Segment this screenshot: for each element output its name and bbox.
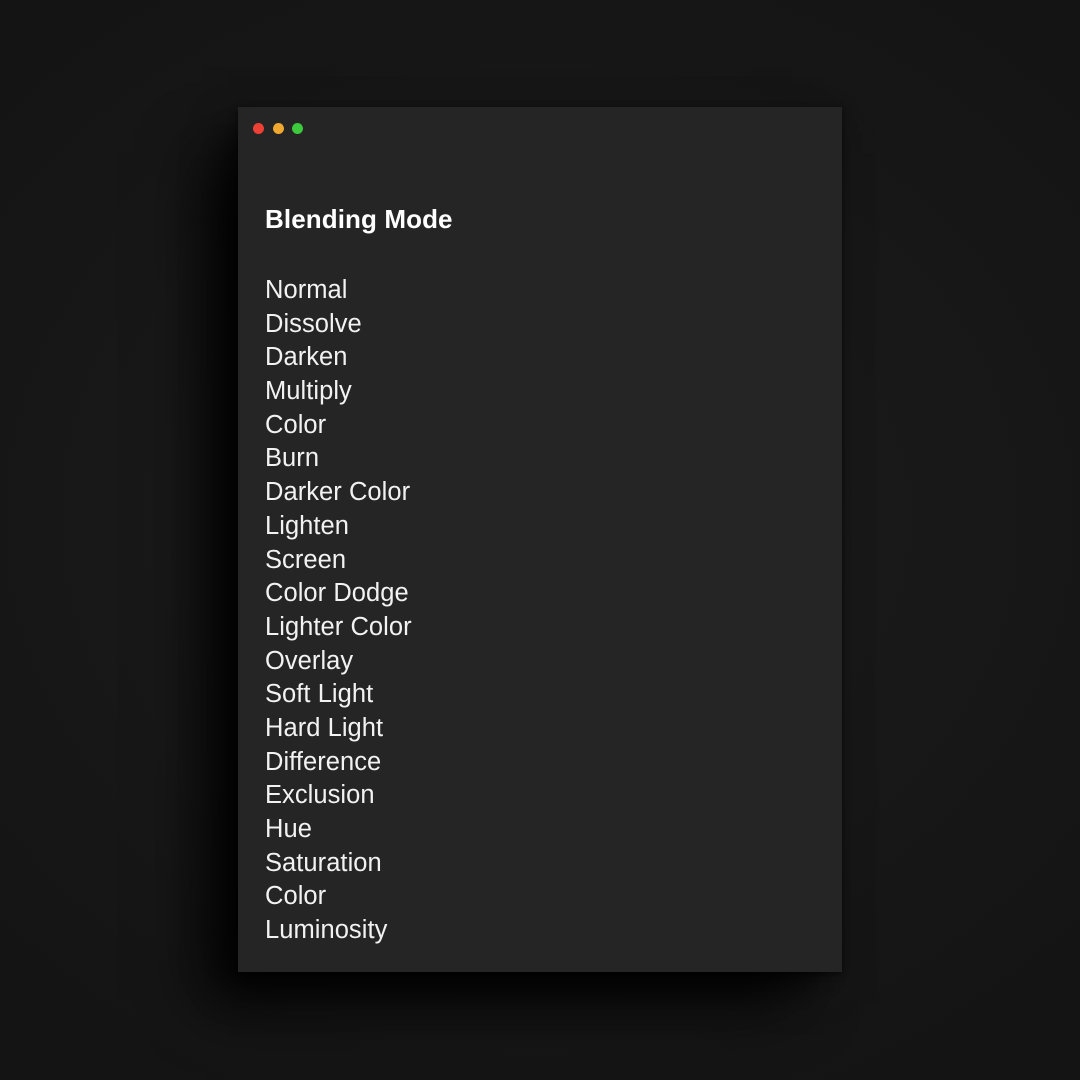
traffic-light-group xyxy=(253,122,303,134)
page-title: Blending Mode xyxy=(265,204,453,234)
list-item[interactable]: Darken xyxy=(265,341,812,375)
list-item[interactable]: Exclusion xyxy=(265,779,812,813)
maximize-button-icon[interactable] xyxy=(292,122,303,134)
list-item[interactable]: Luminosity xyxy=(265,914,812,948)
list-item[interactable]: Hue xyxy=(265,813,812,847)
list-item[interactable]: Normal xyxy=(265,274,812,308)
list-item[interactable]: Hard Light xyxy=(265,712,812,746)
list-item[interactable]: Dissolve xyxy=(265,308,812,342)
minimize-button-icon[interactable] xyxy=(272,122,284,134)
list-item[interactable]: Color Dodge xyxy=(265,577,812,611)
blending-mode-window: Blending Mode Normal Dissolve Darken Multip… xyxy=(238,107,842,972)
list-item[interactable]: Color xyxy=(265,880,812,914)
list-item[interactable]: Screen xyxy=(265,544,812,578)
list-item[interactable]: Darker Color xyxy=(265,476,812,510)
list-item[interactable]: Multiply xyxy=(265,375,812,409)
list-item[interactable]: Burn xyxy=(265,442,812,476)
list-item[interactable]: Saturation xyxy=(265,847,812,881)
close-button-icon[interactable] xyxy=(253,122,264,134)
list-item[interactable]: Soft Light xyxy=(265,678,812,712)
panel-body: Blending Mode Normal Dissolve Darken Multip… xyxy=(238,149,842,972)
list-item[interactable]: Lighter Color xyxy=(265,611,812,645)
list-item[interactable]: Overlay xyxy=(265,645,812,679)
list-item[interactable]: Color xyxy=(265,409,812,443)
list-item[interactable]: Difference xyxy=(265,746,812,780)
blending-mode-list: Normal Dissolve Darken Multiply Color Burn Dar… xyxy=(265,274,812,948)
window-titlebar xyxy=(238,107,842,149)
list-item[interactable]: Lighten xyxy=(265,510,812,544)
